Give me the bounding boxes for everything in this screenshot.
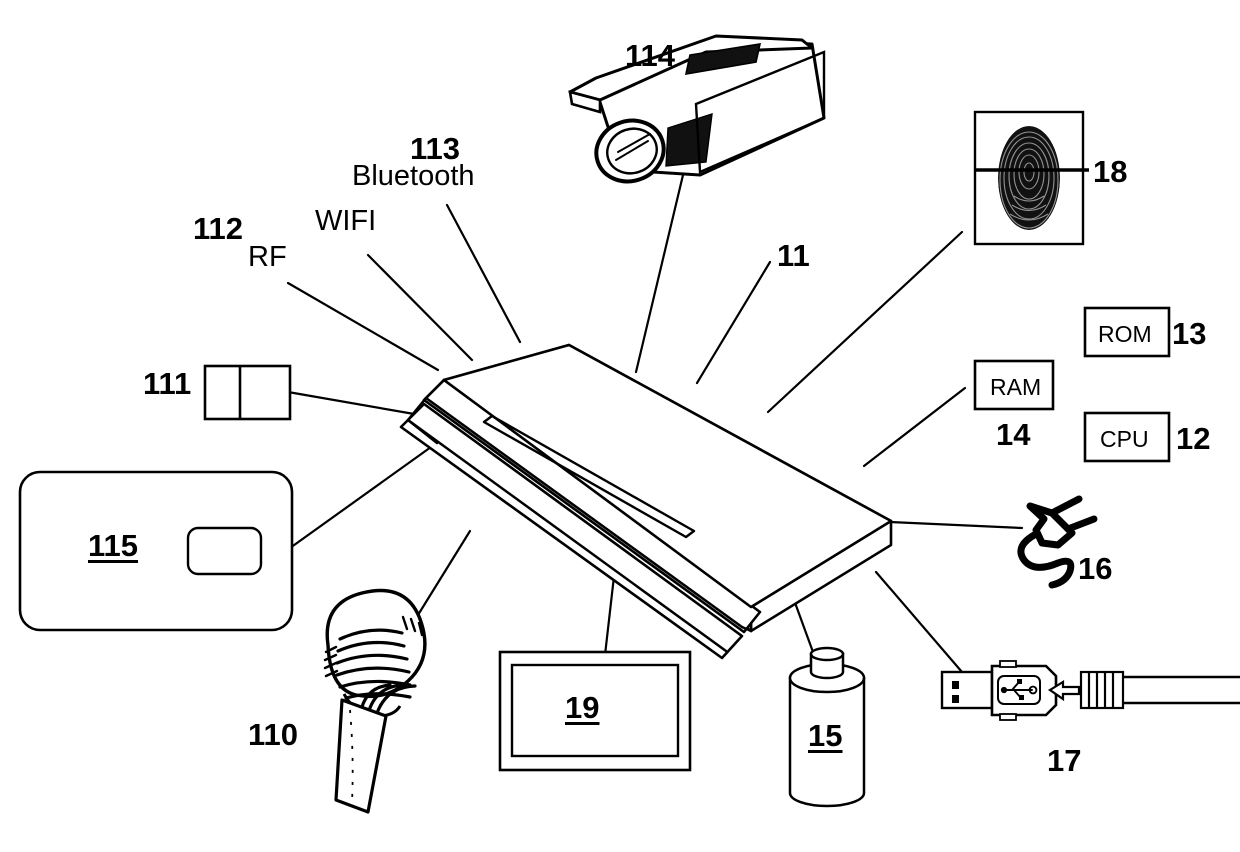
security-camera-114 <box>568 34 826 184</box>
leader-line-rf <box>286 281 440 372</box>
figure-drawing <box>18 34 1240 814</box>
connector-module-111 <box>203 364 292 421</box>
microphone-110 <box>323 588 427 814</box>
leader-line-ram <box>862 386 967 468</box>
wifi-label: WIFI <box>315 205 377 237</box>
ref-label-114: 114 <box>625 38 676 73</box>
smart-card-chip <box>186 526 263 576</box>
leader-line-smartcard <box>288 440 440 550</box>
ref-label-18: 18 <box>1093 154 1128 189</box>
rf-label: RF <box>248 241 287 273</box>
ref-label-110: 110 <box>248 717 299 752</box>
leader-line-wifi <box>366 253 474 362</box>
ref-label-15: 15 <box>808 718 843 753</box>
ref-label-13: 13 <box>1172 316 1207 351</box>
usb-metal-shell <box>940 670 994 710</box>
ref-label-112: 112 <box>193 211 244 246</box>
leader-line-device <box>695 260 772 385</box>
ram-block-label: RAM <box>990 374 1042 400</box>
ref-label-19: 19 <box>565 690 600 725</box>
ref-label-11: 11 <box>777 238 810 273</box>
ref-label-111: 111 <box>143 366 192 401</box>
leader-line-power <box>888 520 1024 530</box>
smart-card-115 <box>18 470 294 632</box>
ref-label-115: 115 <box>88 528 139 563</box>
ref-label-17: 17 <box>1047 743 1082 778</box>
patent-figure: 114 113 Bluetooth WIFI 112 RF 111 115 11… <box>0 0 1240 852</box>
ref-label-14: 14 <box>996 417 1031 452</box>
leader-line-camera <box>634 173 685 374</box>
leader-line-usb <box>874 570 970 681</box>
rom-block-label: ROM <box>1098 321 1152 347</box>
leader-line-microphone <box>411 529 472 625</box>
fingerprint-sensor-18 <box>973 110 1089 246</box>
usb-connector-17 <box>940 660 1240 721</box>
ref-label-16: 16 <box>1078 551 1113 586</box>
leader-line-connector <box>286 390 422 417</box>
ref-label-12: 12 <box>1176 421 1211 456</box>
microphone-handle <box>334 698 388 814</box>
leader-line-bluetooth <box>445 203 522 344</box>
cpu-block-label: CPU <box>1100 426 1149 452</box>
bluetooth-label: Bluetooth <box>352 160 475 192</box>
